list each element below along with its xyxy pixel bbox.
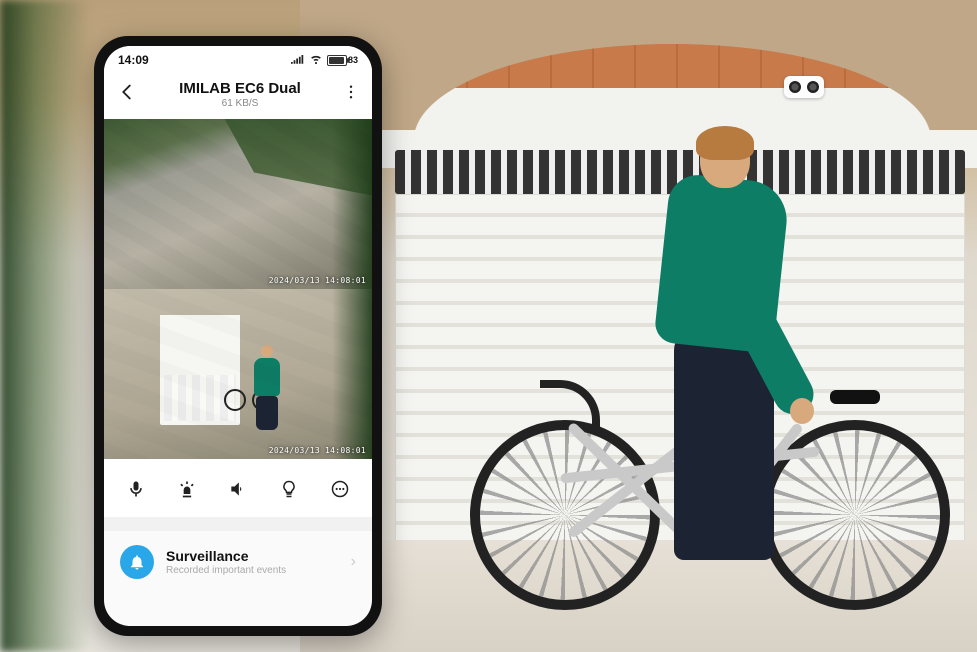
device-title: IMILAB EC6 Dual [138, 80, 342, 97]
product-scene: 14:09 83 [0, 0, 977, 652]
status-icons: 83 [291, 53, 358, 67]
back-button[interactable] [116, 81, 138, 109]
camera-feed-zoom[interactable]: 2024/03/13 14:08:01 [104, 289, 372, 459]
status-time: 14:09 [118, 53, 149, 67]
person-with-bike [640, 130, 820, 560]
bell-icon [120, 545, 154, 579]
surveillance-row[interactable]: Surveillance Recorded important events › [104, 531, 372, 593]
signal-icon [291, 53, 305, 67]
app-screen: 14:09 83 [104, 46, 372, 626]
chevron-right-icon: › [351, 553, 356, 571]
battery-indicator: 83 [327, 55, 358, 66]
phone-mockup: 14:09 83 [94, 36, 382, 636]
camera-feeds: 2024/03/13 14:08:01 2024/03/13 14:08:01 [104, 119, 372, 459]
microphone-button[interactable] [124, 477, 148, 501]
more-controls-button[interactable] [328, 477, 352, 501]
more-options-button[interactable] [342, 83, 360, 106]
wifi-icon [309, 53, 323, 67]
background-brick [300, 0, 977, 100]
surveillance-subtitle: Recorded important events [166, 565, 339, 576]
feed-timestamp: 2024/03/13 14:08:01 [269, 446, 366, 455]
section-divider [104, 517, 372, 531]
speaker-button[interactable] [226, 477, 250, 501]
camera-feed-wide[interactable]: 2024/03/13 14:08:01 [104, 119, 372, 289]
feed-timestamp: 2024/03/13 14:08:01 [269, 276, 366, 285]
surveillance-title: Surveillance [166, 548, 339, 564]
mounted-camera-device [784, 76, 824, 98]
siren-button[interactable] [175, 477, 199, 501]
status-bar: 14:09 83 [104, 46, 372, 74]
foreground-foliage [0, 0, 90, 652]
app-header: IMILAB EC6 Dual 61 KB/S [104, 74, 372, 119]
quick-controls [104, 459, 372, 517]
header-title-block: IMILAB EC6 Dual 61 KB/S [138, 80, 342, 109]
bandwidth-label: 61 KB/S [138, 98, 342, 109]
lightbulb-button[interactable] [277, 477, 301, 501]
